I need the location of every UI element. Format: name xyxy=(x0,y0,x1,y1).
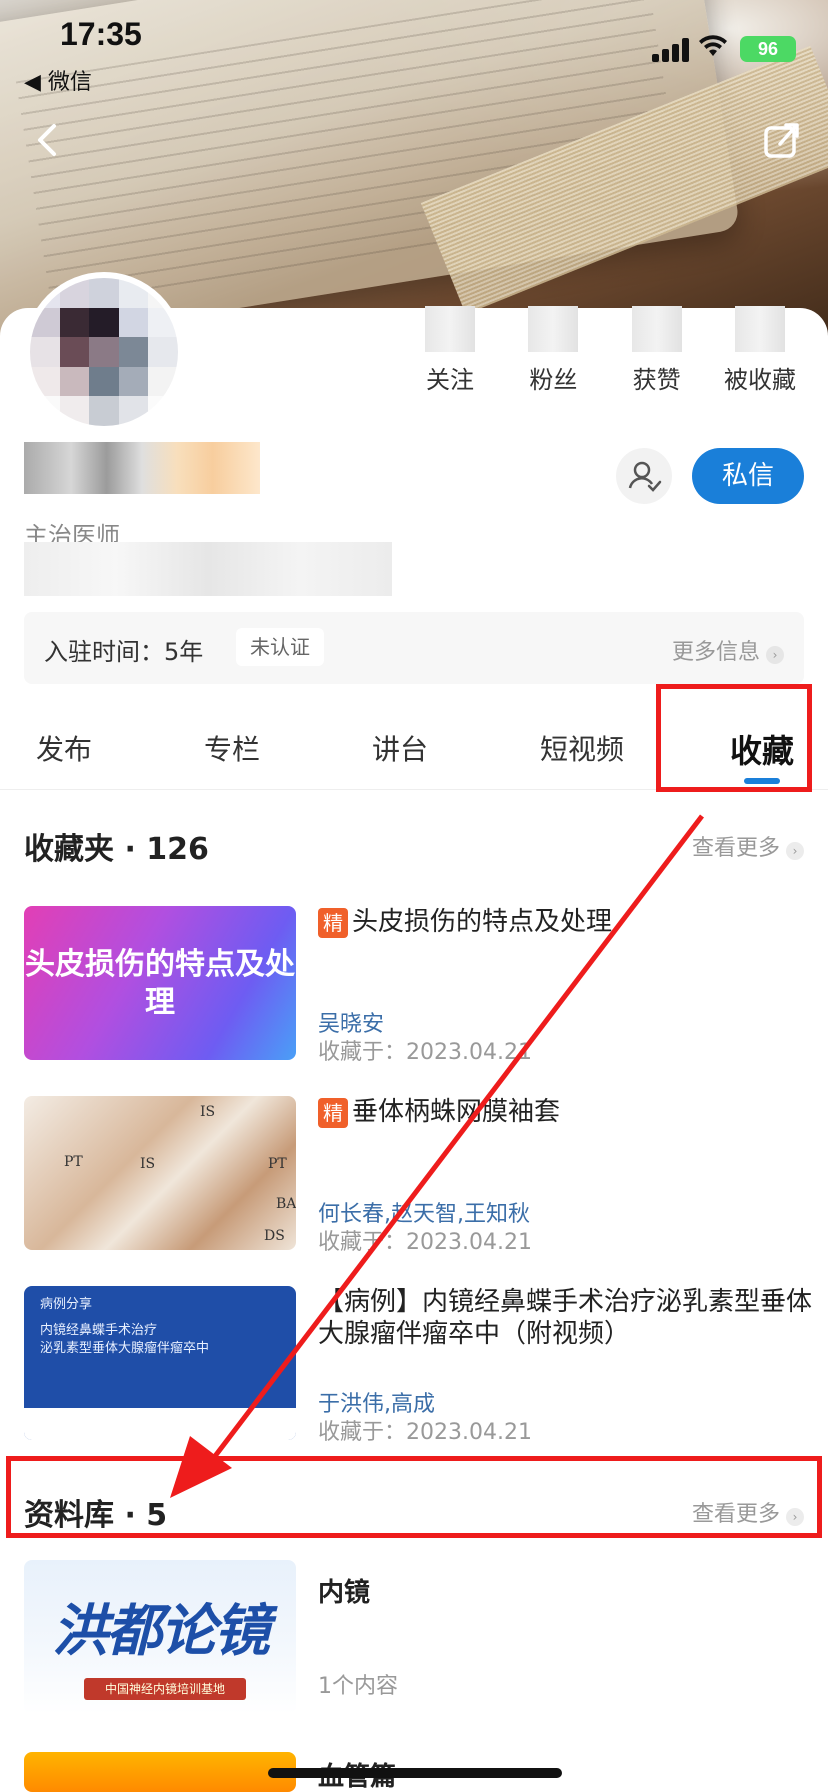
stat-likes[interactable]: 获赞 xyxy=(607,306,707,396)
thumbnail-caption: 头皮损伤的特点及处理 xyxy=(25,947,295,1020)
library-item[interactable]: 洪都论镜 中国神经内镜培训基地 内镜 1个内容 xyxy=(24,1560,804,1720)
status-bar: 17:35 ◀ 微信 96 xyxy=(0,0,828,100)
info-bar: 入驻时间：5年 未认证 更多信息 › xyxy=(24,612,804,684)
more-info-label: 更多信息 xyxy=(671,640,760,665)
thumbnail-subcaption: 中国神经内镜培训基地 xyxy=(84,1678,246,1700)
share-icon[interactable] xyxy=(762,120,802,160)
user-check-icon xyxy=(628,461,662,492)
featured-badge: 精 xyxy=(318,908,348,938)
certification-badge: 未认证 xyxy=(236,628,324,666)
tab-publish[interactable]: 发布 xyxy=(36,728,92,768)
favorite-date: 收藏于：2023.04.21 xyxy=(318,1420,532,1445)
more-info-link[interactable]: 更多信息 › xyxy=(672,634,784,666)
tab-short-video[interactable]: 短视频 xyxy=(540,728,624,768)
highlight-box-favorites-tab xyxy=(656,684,812,792)
library-thumbnail xyxy=(24,1752,296,1792)
favorite-date: 收藏于：2023.04.21 xyxy=(318,1040,532,1065)
see-more-label: 查看更多 xyxy=(691,836,780,861)
highlight-box-library xyxy=(6,1456,822,1538)
chevron-right-icon: › xyxy=(786,842,804,860)
battery-indicator: 96 xyxy=(740,36,796,62)
favorite-title-text: 垂体柄蛛网膜袖套 xyxy=(352,1097,561,1127)
avatar-pixelated xyxy=(30,278,178,426)
library-item-count: 1个内容 xyxy=(318,1674,398,1699)
favorites-see-more[interactable]: 查看更多 › xyxy=(692,830,804,862)
stat-label: 粉丝 xyxy=(529,366,578,394)
stat-value-blurred xyxy=(425,306,475,352)
cellular-signal-icon xyxy=(652,38,690,62)
favorite-title-text: 【病例】内镜经鼻蝶手术治疗泌乳素型垂体大腺瘤伴瘤卒中（附视频） xyxy=(318,1287,813,1349)
stat-followers[interactable]: 粉丝 xyxy=(503,306,603,396)
favorite-date: 收藏于：2023.04.21 xyxy=(318,1230,532,1255)
favorite-title: 【病例】内镜经鼻蝶手术治疗泌乳素型垂体大腺瘤伴瘤卒中（附视频） xyxy=(318,1286,812,1350)
user-name-blurred xyxy=(24,442,260,494)
follow-button[interactable] xyxy=(616,448,672,504)
library-item-title: 内镜 xyxy=(318,1578,371,1608)
private-message-button[interactable]: 私信 xyxy=(692,448,804,504)
stat-value-blurred xyxy=(631,306,682,352)
stat-value-blurred xyxy=(734,306,785,352)
home-indicator xyxy=(268,1768,562,1778)
back-to-wechat-link[interactable]: ◀ 微信 xyxy=(24,64,92,96)
profile-stats: 关注 粉丝 获赞 被收藏 xyxy=(400,306,810,396)
stat-label: 获赞 xyxy=(632,366,681,394)
favorite-title: 精头皮损伤的特点及处理 xyxy=(318,906,812,938)
featured-badge: 精 xyxy=(318,1098,348,1128)
avatar[interactable] xyxy=(24,272,184,432)
favorite-title: 精垂体柄蛛网膜袖套 xyxy=(318,1096,812,1128)
chevron-right-icon: › xyxy=(766,646,784,664)
library-thumbnail: 洪都论镜 中国神经内镜培训基地 xyxy=(24,1560,296,1714)
user-org-blurred xyxy=(24,542,392,596)
favorite-title-text: 头皮损伤的特点及处理 xyxy=(352,907,613,937)
stat-label: 关注 xyxy=(426,366,474,394)
stat-value-blurred xyxy=(528,306,579,352)
favorite-thumbnail: 头皮损伤的特点及处理 xyxy=(24,906,296,1060)
favorite-item[interactable]: 头皮损伤的特点及处理 精头皮损伤的特点及处理 吴晓安 收藏于：2023.04.2… xyxy=(24,906,804,1066)
thumbnail-caption: 洪都论镜 xyxy=(52,1598,270,1664)
tab-lecture[interactable]: 讲台 xyxy=(372,728,428,768)
join-duration: 入驻时间：5年 xyxy=(44,638,204,666)
favorites-title: 收藏夹 · 126 xyxy=(24,832,209,867)
stat-label: 被收藏 xyxy=(723,366,796,394)
favorite-item[interactable]: PT IS IS PT BA DS 精垂体柄蛛网膜袖套 何长春,赵天智,王知秋 … xyxy=(24,1096,804,1256)
stat-following[interactable]: 关注 xyxy=(400,306,500,396)
back-arrow-icon[interactable] xyxy=(28,118,68,162)
tab-column[interactable]: 专栏 xyxy=(204,728,260,768)
wifi-icon xyxy=(698,32,728,65)
favorite-item[interactable]: 病例分享 内镜经鼻蝶手术治疗 泌乳素型垂体大腺瘤伴瘤卒中 【病例】内镜经鼻蝶手术… xyxy=(24,1286,812,1446)
favorite-thumbnail: 病例分享 内镜经鼻蝶手术治疗 泌乳素型垂体大腺瘤伴瘤卒中 xyxy=(24,1286,296,1440)
stat-collected[interactable]: 被收藏 xyxy=(710,306,810,396)
favorite-thumbnail: PT IS IS PT BA DS xyxy=(24,1096,296,1250)
status-time: 17:35 xyxy=(60,16,142,52)
